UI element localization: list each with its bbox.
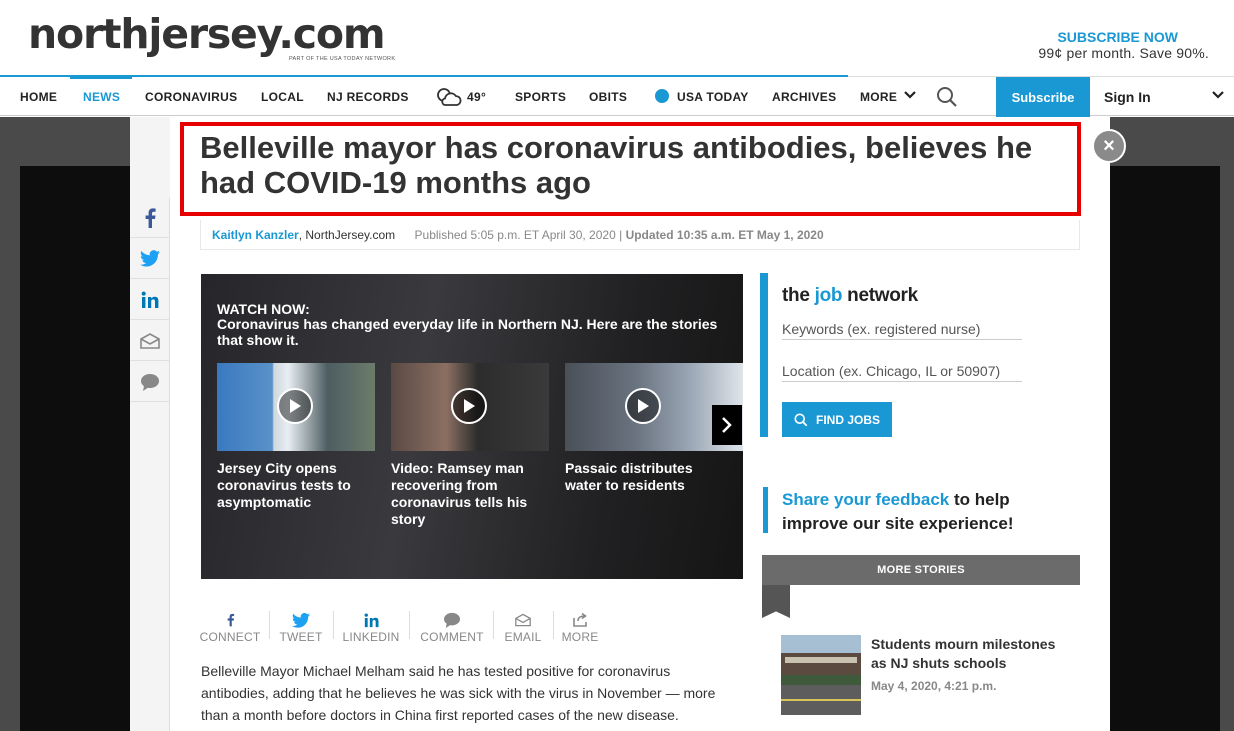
nav-usa-today[interactable]: USA TODAY [677, 90, 749, 104]
share-divider [409, 611, 410, 639]
share-tweet-button[interactable]: TWEET [277, 610, 325, 644]
subscribe-button[interactable]: Subscribe [996, 77, 1090, 117]
chevron-down-icon[interactable] [903, 88, 917, 105]
nav-sports[interactable]: SPORTS [515, 90, 566, 104]
share-connect-label: CONNECT [199, 630, 261, 644]
location-input[interactable]: Location (ex. Chicago, IL or 50907) [782, 363, 1022, 382]
twitter-icon[interactable] [130, 239, 170, 279]
share-comment-button[interactable]: COMMENT [419, 610, 485, 644]
share-email-label: EMAIL [504, 630, 542, 644]
logo-part: the [782, 285, 815, 306]
nav-top-accent [0, 75, 848, 77]
video-thumbnail[interactable] [391, 363, 549, 451]
feedback-text: Share your feedback to help improve our … [782, 488, 1072, 536]
share-arrow-icon [560, 610, 600, 630]
linkedin-icon [341, 610, 401, 630]
job-network-logo: the job network [782, 285, 918, 307]
logo-part: job [814, 285, 843, 306]
logo-part: network [842, 285, 918, 306]
email-icon [501, 610, 545, 630]
keywords-input[interactable]: Keywords (ex. registered nurse) [782, 321, 1022, 340]
facebook-icon [199, 610, 261, 630]
article-body-paragraph: Belleville Mayor Michael Melham said he … [201, 663, 716, 723]
story-title-link[interactable]: Students mourn milestones as NJ shuts sc… [871, 635, 1071, 673]
play-icon[interactable] [451, 388, 487, 424]
weather-icon[interactable] [433, 86, 463, 111]
nav-news[interactable]: NEWS [83, 90, 120, 104]
story-date: May 4, 2020, 4:21 p.m. [871, 679, 997, 693]
share-divider [269, 611, 270, 639]
video-caption[interactable]: Jersey City opens coronavirus tests to a… [217, 460, 367, 511]
linkedin-icon[interactable] [130, 280, 170, 320]
masthead: northjersey.com PART OF THE USA TODAY NE… [0, 0, 1234, 76]
feedback-accent [763, 487, 768, 533]
active-tab-indicator [70, 77, 132, 79]
nav-home[interactable]: HOME [20, 90, 57, 104]
share-divider [333, 611, 334, 639]
video-thumbnail[interactable] [217, 363, 375, 451]
nav-obits[interactable]: OBITS [589, 90, 627, 104]
more-stories-header: MORE STORIES [762, 555, 1080, 585]
nav-coronavirus[interactable]: CORONAVIRUS [145, 90, 237, 104]
page: northjersey.com PART OF THE USA TODAY NE… [0, 0, 1234, 731]
author-link[interactable]: Kaitlyn Kanzler [212, 228, 299, 242]
backdrop-panel-left [20, 166, 130, 731]
play-icon[interactable] [625, 388, 661, 424]
share-tweet-label: TWEET [279, 630, 323, 644]
comment-icon[interactable] [130, 362, 170, 402]
backdrop-panel-right [1110, 166, 1220, 731]
find-jobs-button[interactable]: FIND JOBS [782, 402, 892, 437]
story-thumbnail[interactable] [781, 635, 861, 715]
share-divider [493, 611, 494, 639]
watch-now-desc: Coronavirus has changed everyday life in… [217, 316, 718, 348]
watch-now-title: WATCH NOW: [217, 301, 310, 317]
play-icon[interactable] [277, 388, 313, 424]
chevron-right-icon[interactable] [712, 405, 742, 445]
video-caption[interactable]: Passaic distributes water to residents [565, 460, 715, 494]
nav-weather-temp[interactable]: 49° [467, 90, 486, 104]
site-logo[interactable]: northjersey.com [28, 10, 386, 58]
nav-nj-records[interactable]: NJ RECORDS [327, 90, 409, 104]
find-jobs-label: FIND JOBS [815, 412, 880, 427]
video-caption[interactable]: Video: Ramsey man recovering from corona… [391, 460, 541, 528]
share-comment-label: COMMENT [420, 630, 484, 644]
twitter-icon [277, 610, 325, 630]
nav-more[interactable]: MORE [860, 90, 897, 104]
published-date: Published 5:05 p.m. ET April 30, 2020 | [414, 228, 623, 242]
subscribe-price: 99¢ per month. Save 90%. [1038, 45, 1209, 61]
share-connect-button[interactable]: CONNECT [199, 610, 261, 644]
search-icon[interactable] [936, 86, 958, 111]
share-more-label: MORE [561, 630, 599, 644]
headline-highlight-box [180, 122, 1081, 216]
nav-archives[interactable]: ARCHIVES [772, 90, 836, 104]
share-linkedin-label: LINKEDIN [342, 630, 400, 644]
main-nav: HOME NEWS CORONAVIRUS LOCAL NJ RECORDS 4… [0, 76, 1234, 117]
subscribe-now-link[interactable]: SUBSCRIBE NOW [1057, 29, 1178, 45]
facebook-icon[interactable] [130, 198, 170, 238]
signin-chevron-icon[interactable] [1211, 88, 1225, 107]
share-divider [553, 611, 554, 639]
outlet: , NorthJersey.com [298, 228, 396, 242]
share-linkedin-button[interactable]: LINKEDIN [341, 610, 401, 644]
job-network-accent [760, 273, 768, 437]
share-rail [130, 198, 170, 731]
nav-local[interactable]: LOCAL [261, 90, 304, 104]
usa-today-dot-icon [655, 89, 669, 106]
byline: Kaitlyn Kanzler, NorthJersey.com Publish… [212, 228, 824, 242]
feedback-link[interactable]: Share your feedback [782, 490, 949, 509]
search-icon [794, 412, 808, 426]
sign-in-link[interactable]: Sign In [1104, 89, 1151, 105]
comment-icon [419, 610, 485, 630]
share-email-button[interactable]: EMAIL [501, 610, 545, 644]
logo-tagline: PART OF THE USA TODAY NETWORK [289, 56, 396, 62]
updated-date: Updated 10:35 a.m. ET May 1, 2020 [625, 228, 824, 242]
video-module: WATCH NOW: Coronavirus has changed every… [201, 274, 743, 579]
close-icon[interactable]: × [1092, 129, 1126, 163]
email-icon[interactable] [130, 321, 170, 361]
share-more-button[interactable]: MORE [560, 610, 600, 644]
